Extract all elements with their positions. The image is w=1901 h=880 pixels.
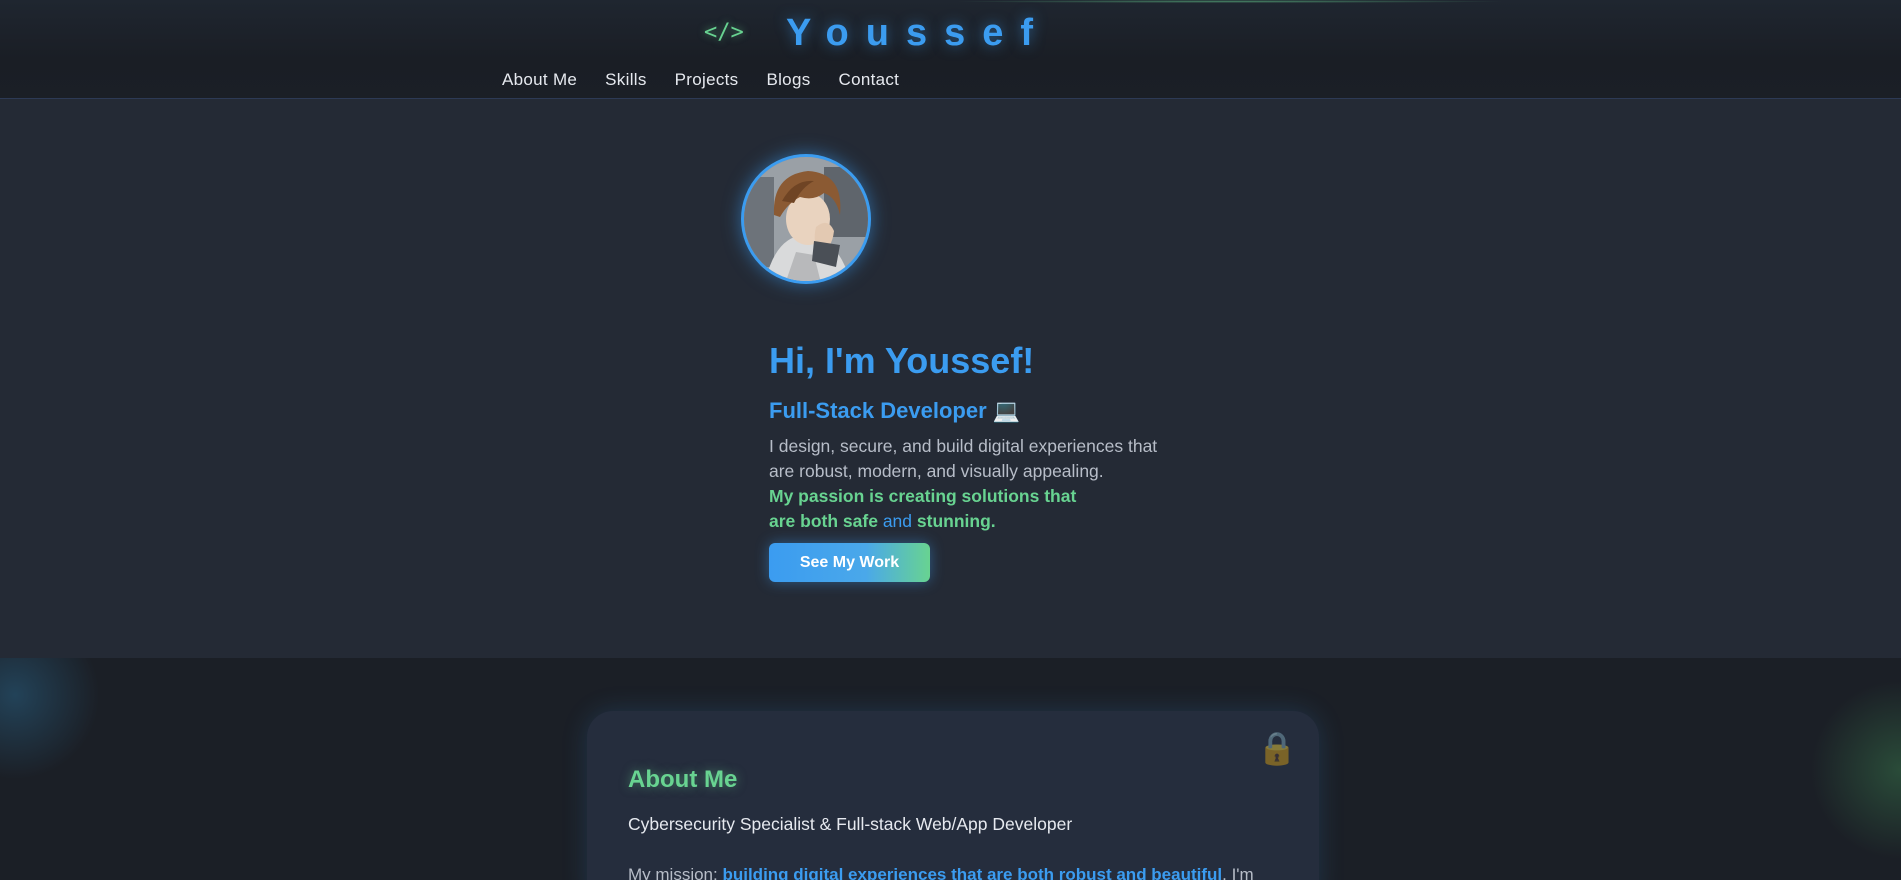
mission-suffix: . I'm [1222, 865, 1254, 880]
avatar-illustration [744, 157, 868, 281]
see-my-work-button[interactable]: See My Work [769, 543, 930, 582]
nav-link-projects[interactable]: Projects [675, 70, 739, 94]
nav-link-about-me[interactable]: About Me [502, 70, 577, 94]
mission-prefix: My mission: [628, 865, 718, 880]
brand-name[interactable]: Youssef [786, 12, 1050, 56]
hero-description: I design, secure, and build digital expe… [769, 436, 1158, 481]
mission-highlight: building digital experiences that are bo… [722, 865, 1223, 880]
hero-title: Hi, I'm Youssef! [769, 340, 1035, 381]
nav-link-skills[interactable]: Skills [605, 70, 646, 94]
about-card: 🔒 About Me Cybersecurity Specialist & Fu… [587, 711, 1319, 880]
ambient-glow-right [1810, 680, 1901, 860]
nav-link-blogs[interactable]: Blogs [766, 70, 810, 94]
about-title: About Me [628, 766, 738, 793]
header-glow [950, 0, 1510, 3]
hero-passion: My passion is creating solutions that ar… [769, 484, 1089, 534]
about-subtitle: Cybersecurity Specialist & Full-stack We… [628, 814, 1073, 834]
code-brackets-icon[interactable]: </> [704, 20, 748, 48]
laptop-icon: 💻 [992, 398, 1021, 423]
main-nav: About Me Skills Projects Blogs Contact [502, 70, 927, 94]
about-mission: My mission: building digital experiences… [628, 865, 1254, 880]
hero-passion-end: stunning. [916, 511, 996, 531]
hero-role-text: Full-Stack Developer [769, 398, 987, 423]
lock-icon: 🔒 [1257, 730, 1297, 766]
hero-role: Full-Stack Developer 💻 [769, 398, 1020, 424]
hero-passion-and: and [882, 511, 913, 531]
nav-link-contact[interactable]: Contact [839, 70, 900, 94]
profile-avatar [741, 154, 871, 284]
site-header: </> Youssef About Me Skills Projects Blo… [0, 0, 1901, 99]
